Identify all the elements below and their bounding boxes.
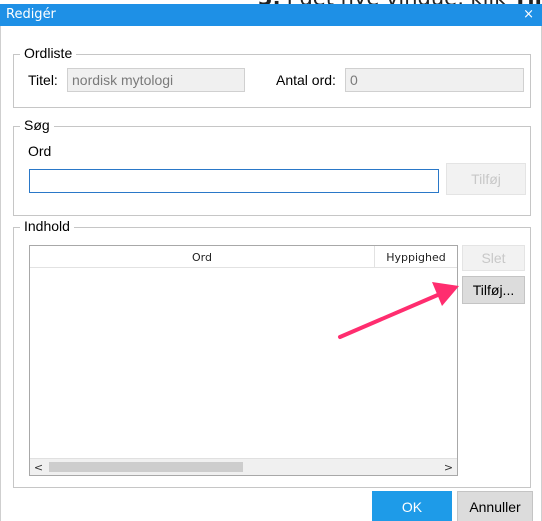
window-title: Redigér: [6, 7, 56, 22]
edit-dialog: Ordliste Titel: nordisk mytologi Antal o…: [0, 26, 542, 521]
titel-label: Titel:: [28, 72, 58, 88]
title-bar: Redigér ×: [0, 4, 542, 26]
add-search-button[interactable]: Tilføj: [446, 163, 526, 195]
column-header-ord[interactable]: Ord: [30, 246, 375, 268]
column-header-hyppighed[interactable]: Hyppighed: [375, 246, 457, 268]
ordliste-legend: Ordliste: [20, 45, 77, 61]
indhold-group: Indhold Ord Hyppighed < > Slet Tilføj...: [13, 218, 531, 488]
words-list[interactable]: Ord Hyppighed < >: [29, 245, 458, 476]
titel-field: nordisk mytologi: [67, 68, 245, 92]
ok-button[interactable]: OK: [372, 491, 452, 521]
cancel-button[interactable]: Annuller: [457, 491, 533, 521]
slet-button[interactable]: Slet: [462, 245, 525, 271]
list-header: Ord Hyppighed: [30, 246, 457, 268]
soeg-group: Søg Ord Tilføj: [13, 117, 531, 216]
antal-ord-label: Antal ord:: [276, 72, 336, 88]
scrollbar-thumb[interactable]: [49, 462, 243, 472]
ordliste-group: Ordliste Titel: nordisk mytologi Antal o…: [13, 45, 531, 108]
scroll-right-icon[interactable]: >: [440, 459, 457, 475]
tilfoej-button[interactable]: Tilføj...: [462, 276, 525, 304]
ord-label: Ord: [28, 143, 52, 159]
horizontal-scrollbar[interactable]: < >: [30, 458, 457, 475]
soeg-legend: Søg: [20, 117, 54, 133]
indhold-legend: Indhold: [20, 218, 74, 234]
search-word-input[interactable]: [29, 169, 439, 193]
scroll-left-icon[interactable]: <: [30, 459, 47, 475]
antal-ord-field: 0: [345, 68, 524, 92]
close-icon[interactable]: ×: [523, 7, 534, 22]
